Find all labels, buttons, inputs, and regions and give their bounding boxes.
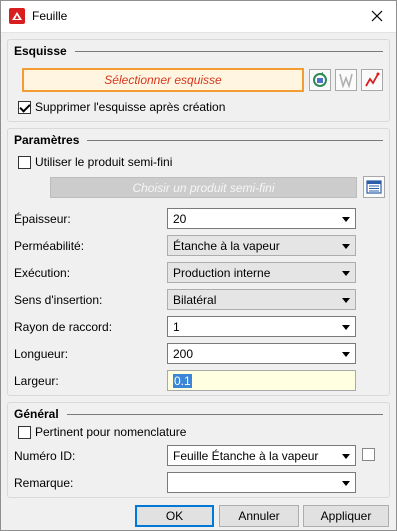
chevron-down-icon	[342, 217, 350, 222]
remark-label: Remarque:	[14, 476, 74, 490]
refresh-sketch-icon	[313, 72, 327, 87]
bom-checkbox-row[interactable]: Pertinent pour nomenclature	[18, 425, 186, 439]
length-label: Longueur:	[14, 347, 69, 361]
id-extra-checkbox[interactable]	[362, 448, 375, 461]
delete-sketch-checkbox[interactable]	[18, 100, 31, 114]
delete-sketch-label: Supprimer l'esquisse après création	[35, 100, 226, 114]
fillet-radius-value: 1	[173, 319, 180, 334]
insertion-direction-combo[interactable]: Bilatéral	[167, 289, 356, 310]
select-sketch-button[interactable]: Sélectionner esquisse	[22, 68, 304, 92]
catalog-icon	[366, 180, 382, 194]
close-icon	[371, 10, 383, 22]
general-section: Général Pertinent pour nomenclature Numé…	[7, 402, 390, 498]
chevron-down-icon	[342, 271, 350, 276]
apply-button[interactable]: Appliquer	[303, 505, 389, 527]
bom-label: Pertinent pour nomenclature	[35, 425, 187, 439]
title-bar: Feuille	[1, 1, 396, 32]
thickness-value: 20	[173, 211, 187, 226]
semi-finished-catalog-button[interactable]	[363, 176, 385, 198]
close-button[interactable]	[364, 4, 390, 28]
length-combo[interactable]: 200	[167, 343, 356, 364]
permeability-value: Étanche à la vapeur	[173, 238, 280, 253]
choose-semi-finished-button: Choisir un produit semi-fini	[50, 177, 357, 198]
sketch-tool-button-3[interactable]	[361, 69, 383, 91]
length-value: 200	[173, 346, 194, 361]
thickness-label: Épaisseur:	[14, 212, 71, 226]
chevron-down-icon	[342, 298, 350, 303]
width-input[interactable]: 0.1	[167, 370, 356, 391]
semi-finished-checkbox[interactable]	[18, 155, 31, 169]
parametres-title: Paramètres	[14, 133, 80, 147]
esquisse-title: Esquisse	[14, 44, 67, 58]
general-title: Général	[14, 407, 59, 421]
ok-button[interactable]: OK	[135, 505, 214, 527]
delete-sketch-checkbox-row[interactable]: Supprimer l'esquisse après création	[18, 100, 225, 114]
chevron-down-icon	[342, 352, 350, 357]
chevron-down-icon	[342, 325, 350, 330]
sketch-line-icon	[365, 72, 380, 87]
semi-finished-label: Utiliser le produit semi-fini	[35, 155, 173, 169]
cancel-button[interactable]: Annuler	[219, 505, 299, 527]
execution-value: Production interne	[173, 265, 271, 280]
execution-combo[interactable]: Production interne	[167, 262, 356, 283]
sketch-tool-button-2[interactable]	[335, 69, 357, 91]
width-label: Largeur:	[14, 374, 59, 388]
app-icon	[9, 8, 25, 24]
sketch-tool-button-1[interactable]	[309, 69, 331, 91]
esquisse-section: Esquisse Sélectionner esquisse Supprimer…	[7, 39, 390, 122]
fillet-radius-label: Rayon de raccord:	[14, 320, 113, 334]
dialog-body: Esquisse Sélectionner esquisse Supprimer…	[1, 32, 396, 530]
chevron-down-icon	[342, 454, 350, 459]
insertion-direction-value: Bilatéral	[173, 292, 217, 307]
permeability-label: Perméabilité:	[14, 239, 85, 253]
execution-label: Exécution:	[14, 266, 71, 280]
remark-combo[interactable]	[167, 472, 356, 493]
id-label: Numéro ID:	[14, 449, 76, 463]
window-title: Feuille	[32, 9, 68, 23]
dialog-window: Feuille Esquisse Sélectionner esquisse S…	[0, 0, 397, 531]
id-value: Feuille Étanche à la vapeur	[173, 448, 319, 463]
fillet-radius-combo[interactable]: 1	[167, 316, 356, 337]
bom-checkbox[interactable]	[18, 425, 31, 439]
insertion-direction-label: Sens d'insertion:	[14, 293, 103, 307]
chevron-down-icon	[342, 481, 350, 486]
sketch-profile-icon	[339, 73, 353, 89]
semi-finished-checkbox-row[interactable]: Utiliser le produit semi-fini	[18, 155, 172, 169]
width-value: 0.1	[173, 373, 192, 388]
chevron-down-icon	[342, 244, 350, 249]
permeability-combo[interactable]: Étanche à la vapeur	[167, 235, 356, 256]
parametres-section: Paramètres Utiliser le produit semi-fini…	[7, 128, 390, 396]
thickness-combo[interactable]: 20	[167, 208, 356, 229]
id-combo[interactable]: Feuille Étanche à la vapeur	[167, 445, 356, 466]
